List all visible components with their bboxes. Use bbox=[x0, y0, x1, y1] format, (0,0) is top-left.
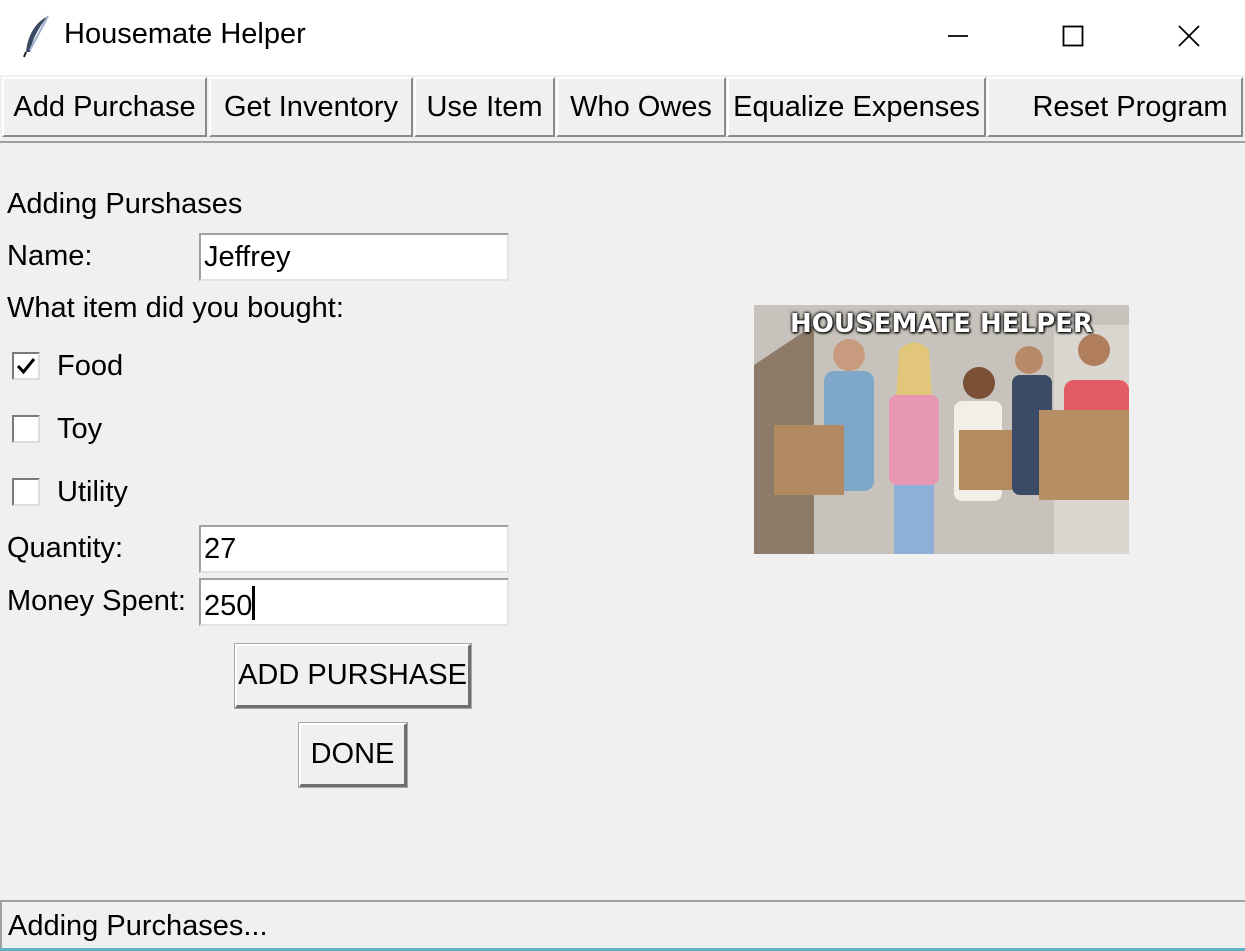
toolbar: Add Purchase Get Inventory Use Item Who … bbox=[0, 75, 1245, 143]
toy-label[interactable]: Toy bbox=[57, 413, 102, 446]
close-icon[interactable] bbox=[1133, 0, 1245, 72]
utility-label[interactable]: Utility bbox=[57, 476, 128, 509]
feather-icon bbox=[22, 14, 52, 58]
name-label: Name: bbox=[7, 240, 93, 272]
status-bar: Adding Purchases... bbox=[0, 900, 1245, 951]
get-inventory-button[interactable]: Get Inventory bbox=[209, 77, 413, 137]
equalize-expenses-button[interactable]: Equalize Expenses bbox=[727, 77, 986, 137]
add-purchase-button[interactable]: Add Purchase bbox=[2, 77, 207, 137]
who-owes-button[interactable]: Who Owes bbox=[556, 77, 726, 137]
title-bar[interactable]: Housemate Helper bbox=[0, 0, 1245, 75]
maximize-icon[interactable] bbox=[1017, 0, 1129, 72]
name-input[interactable]: Jeffrey bbox=[199, 233, 509, 281]
done-button[interactable]: DONE bbox=[298, 722, 408, 788]
add-purchase-submit-button[interactable]: ADD PURSHASE bbox=[234, 643, 472, 709]
reset-program-button[interactable]: Reset Program bbox=[987, 77, 1243, 137]
photo-caption: HOUSEMATE HELPER bbox=[790, 309, 1093, 339]
food-label[interactable]: Food bbox=[57, 350, 123, 383]
utility-checkbox[interactable] bbox=[12, 478, 40, 506]
use-item-button[interactable]: Use Item bbox=[414, 77, 555, 137]
minimize-icon[interactable] bbox=[902, 0, 1014, 72]
check-icon bbox=[16, 358, 36, 375]
window-title: Housemate Helper bbox=[64, 18, 306, 50]
money-spent-input[interactable]: 250 bbox=[199, 578, 509, 626]
section-heading: Adding Purshases bbox=[7, 188, 243, 220]
item-question-label: What item did you bought: bbox=[7, 292, 344, 324]
money-spent-label: Money Spent: bbox=[7, 585, 186, 617]
quantity-label: Quantity: bbox=[7, 532, 124, 564]
text-cursor bbox=[252, 586, 256, 620]
money-spent-value: 250 bbox=[204, 590, 253, 622]
status-text: Adding Purchases... bbox=[8, 910, 268, 942]
toy-checkbox[interactable] bbox=[12, 415, 40, 443]
quantity-input[interactable]: 27 bbox=[199, 525, 509, 573]
housemates-photo: HOUSEMATE HELPER bbox=[754, 305, 1129, 554]
food-checkbox[interactable] bbox=[12, 352, 40, 380]
